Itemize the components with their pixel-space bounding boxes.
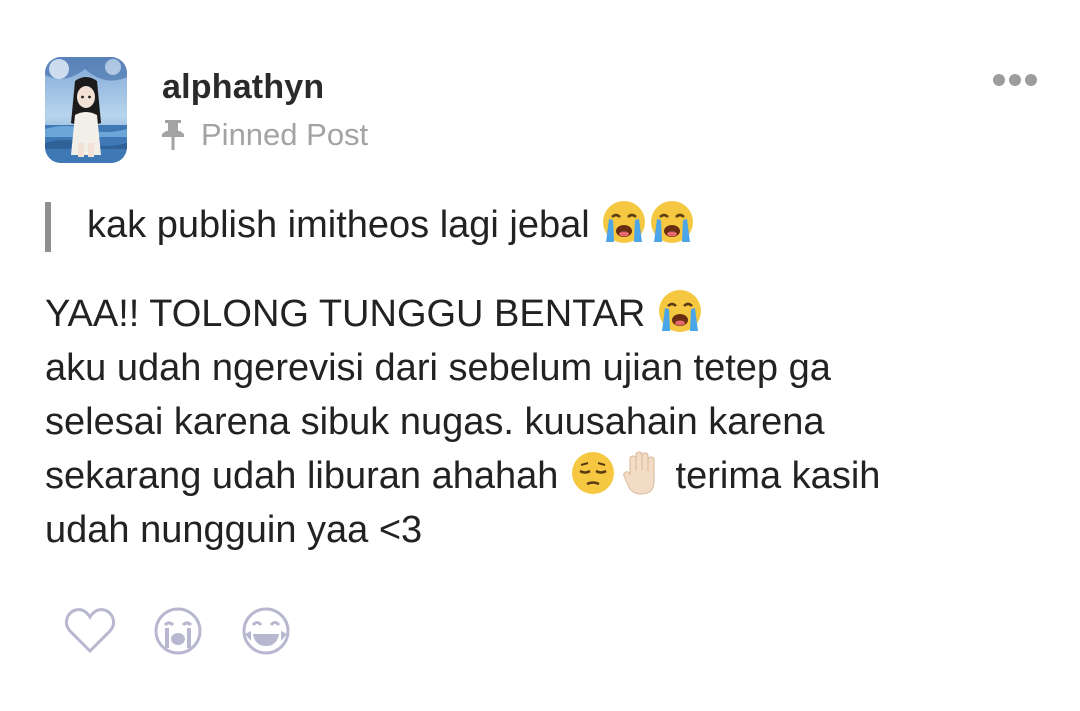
post-body-line: udah nungguin yaa <3 [45,509,423,551]
author-name[interactable]: alphathyn [162,68,324,107]
post-body-line: selesai karena sibuk nugas. kuusahain ka… [45,401,825,443]
heart-icon[interactable] [63,604,117,658]
pinned-indicator: Pinned Post [159,117,368,153]
quote-bar [45,202,51,252]
quote-block: kak publish imitheos lagi jebal [45,201,696,252]
post-body-line: sekarang udah liburan ahahah terima kasi… [45,449,1045,503]
post-body-line1-text: YAA!! TOLONG TUNGGU BENTAR [45,293,646,335]
post-body: YAA!! TOLONG TUNGGU BENTAR aku udah nger… [45,287,1045,557]
crying-face-emoji [648,198,696,256]
post-body-line4-after: terima kasih [675,455,881,497]
post-header: alphathyn Pinned Post [45,57,1045,167]
post-body-line: aku udah ngerevisi dari sebelum ujian te… [45,347,831,389]
laughing-reaction-icon[interactable] [239,604,293,658]
post-body-line4-before: sekarang udah liburan ahahah [45,455,559,497]
pin-icon [162,120,184,150]
quote-text: kak publish imitheos lagi jebal [87,198,696,256]
post-body-line: YAA!! TOLONG TUNGGU BENTAR [45,287,1045,341]
avatar[interactable] [45,57,127,163]
crying-reaction-icon[interactable] [151,604,205,658]
quote-text-content: kak publish imitheos lagi jebal [87,204,590,246]
more-options-icon[interactable] [992,70,1038,90]
pinned-label: Pinned Post [201,117,369,152]
raised-hand-emoji [617,449,665,512]
crying-face-emoji [600,198,648,256]
reaction-bar [63,604,327,658]
pensive-face-emoji [569,449,617,512]
